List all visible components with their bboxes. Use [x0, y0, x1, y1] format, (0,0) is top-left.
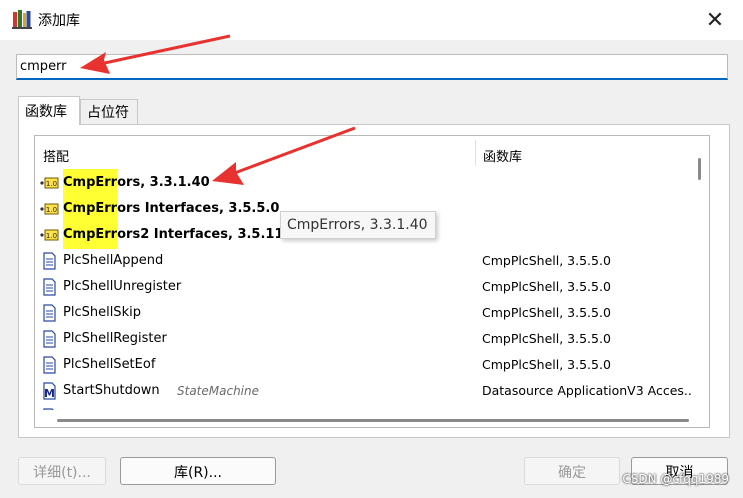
match-highlight: CmpErr: [63, 195, 118, 223]
item-name: PlcShellUnregister: [63, 279, 182, 294]
item-library: CmpPlcShell, 3.5.5.0: [482, 279, 611, 294]
item-name: CmpErrors, 3.3.1.40: [63, 169, 210, 197]
close-button[interactable]: ✕: [701, 6, 729, 34]
column-divider[interactable]: [475, 140, 476, 166]
list-item-function[interactable]: PlcShellAppend CmpPlcShell, 3.5.5.0: [35, 248, 693, 274]
item-name: PlcShellAppend: [63, 253, 164, 268]
close-icon: ✕: [705, 7, 725, 33]
column-header-match[interactable]: 搭配: [43, 146, 69, 165]
item-name: PlcShellSkip: [63, 305, 141, 320]
svg-text:M: M: [44, 387, 55, 400]
search-input[interactable]: [16, 54, 728, 80]
document-icon: [43, 278, 56, 296]
document-icon: [43, 330, 56, 348]
tooltip: CmpErrors, 3.3.1.40: [280, 211, 436, 239]
horizontal-scroll-thumb[interactable]: [57, 419, 689, 422]
item-library: CmpPlcShell, 3.5.5.0: [482, 357, 611, 372]
tab-panel: 搭配 函数库 1.0 CmpErrors, 3.3.1.40 1.0 CmpEr…: [18, 124, 730, 438]
method-icon: M: [43, 382, 56, 400]
horizontal-scrollbar[interactable]: [35, 410, 709, 427]
ok-button[interactable]: 确定: [524, 457, 620, 485]
title-bar: 添加库 ✕: [0, 0, 743, 40]
list-header: 搭配 函数库: [35, 136, 693, 170]
item-library: Datasource ApplicationV3 Acces...: [482, 383, 696, 398]
books-app-icon: [12, 10, 32, 29]
window-title: 添加库: [38, 13, 80, 29]
item-name: PlcShellSetEof: [63, 357, 156, 372]
vertical-scrollbar[interactable]: [691, 136, 709, 411]
results-list[interactable]: 搭配 函数库 1.0 CmpErrors, 3.3.1.40 1.0 CmpEr…: [34, 135, 710, 428]
list-item-function[interactable]: PlcShellSetEof CmpPlcShell, 3.5.5.0: [35, 352, 693, 378]
svg-text:1.0: 1.0: [46, 206, 57, 214]
tab-libraries[interactable]: 函数库: [18, 96, 80, 125]
document-icon: [43, 252, 56, 270]
list-item-function[interactable]: PlcShellUnregister CmpPlcShell, 3.5.5.0: [35, 274, 693, 300]
match-highlight: CmpErr: [63, 221, 118, 249]
library-button[interactable]: 库(R)...: [120, 457, 276, 485]
details-button[interactable]: 详细(t)...: [18, 457, 106, 485]
list-item-method[interactable]: M StartShutdown StateMachine Datasource …: [35, 378, 696, 404]
item-library: CmpPlcShell, 3.5.5.0: [482, 331, 611, 346]
list-item-function[interactable]: PlcShellSkip CmpPlcShell, 3.5.5.0: [35, 300, 693, 326]
vertical-scroll-thumb[interactable]: [698, 158, 701, 180]
tab-placeholders[interactable]: 占位符: [80, 99, 138, 124]
library-version-icon: 1.0: [40, 203, 59, 215]
item-name: CmpErrors Interfaces, 3.5.5.0: [63, 195, 279, 223]
svg-text:1.0: 1.0: [46, 180, 57, 188]
column-header-library[interactable]: 函数库: [483, 146, 522, 165]
item-library: CmpPlcShell, 3.5.5.0: [482, 305, 611, 320]
watermark: CSDN @cfqq1989: [622, 472, 729, 486]
library-version-icon: 1.0: [40, 229, 59, 241]
library-version-icon: 1.0: [40, 177, 59, 189]
match-highlight: CmpErr: [63, 169, 118, 197]
item-name: CmpErrors2 Interfaces, 3.5.11.: [63, 221, 288, 249]
item-name: PlcShellRegister: [63, 331, 167, 346]
document-icon: [43, 304, 56, 322]
svg-text:1.0: 1.0: [46, 232, 57, 240]
list-item-library[interactable]: 1.0 CmpErrors, 3.3.1.40: [35, 169, 693, 197]
document-icon: [43, 356, 56, 374]
item-namespace-hint: StateMachine: [177, 384, 259, 398]
list-item-function[interactable]: PlcShellRegister CmpPlcShell, 3.5.5.0: [35, 326, 693, 352]
item-library: CmpPlcShell, 3.5.5.0: [482, 253, 611, 268]
item-name: StartShutdown: [63, 383, 160, 398]
